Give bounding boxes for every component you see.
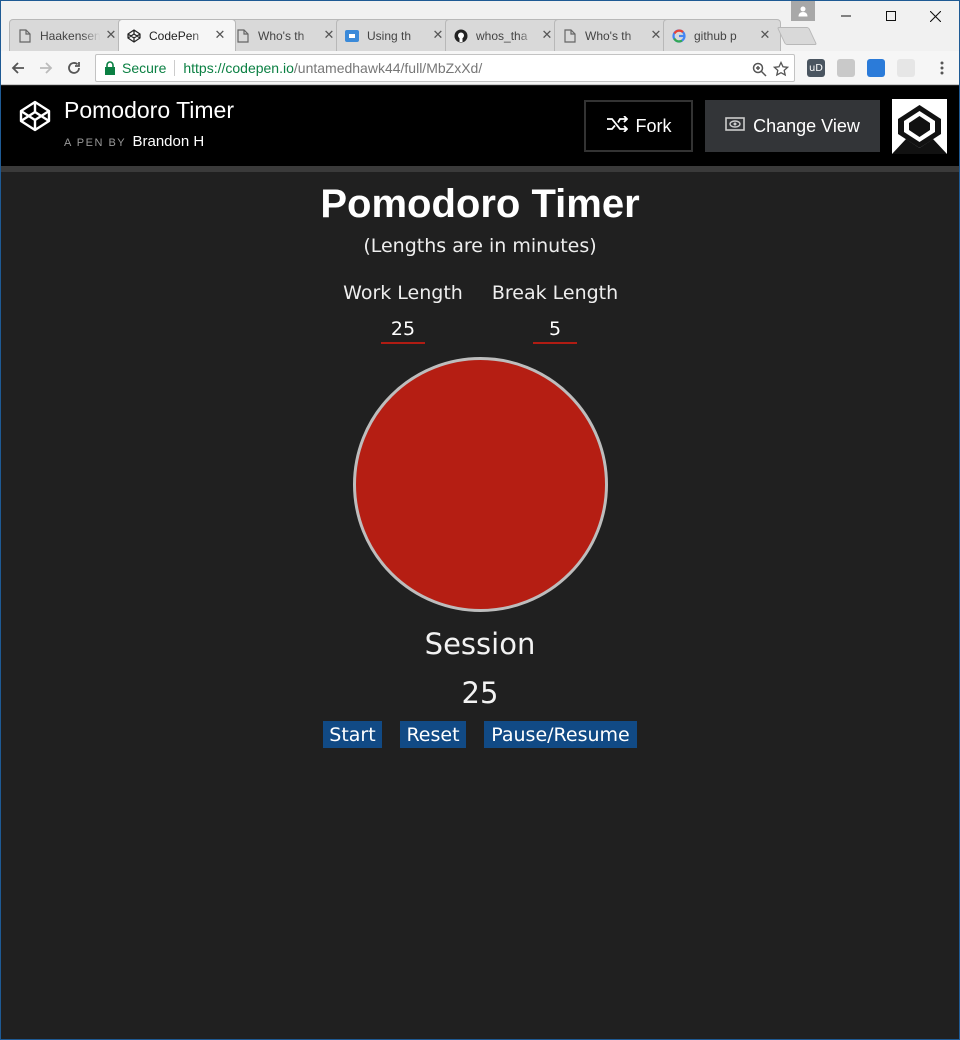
tab-title: Who's th: [258, 28, 305, 43]
reload-button[interactable]: [61, 55, 87, 81]
ublock-extension-icon[interactable]: uD: [807, 59, 825, 77]
image-extension-icon[interactable]: [837, 59, 855, 77]
browser-window: Haakensen ✕ CodePen ✕ Who's th ✕ Using t…: [1, 1, 959, 1039]
tab-whos-the[interactable]: Who's th ✕: [227, 19, 345, 51]
bookmark-star-icon[interactable]: [772, 60, 790, 78]
eye-icon: [725, 116, 745, 137]
tab-github-pages[interactable]: github p ✕: [663, 19, 781, 51]
pen-title: Pomodoro Timer: [64, 97, 235, 123]
google-icon: [672, 28, 686, 43]
document-icon: [563, 28, 577, 43]
window-extension-icon[interactable]: [867, 59, 885, 77]
tab-haakensen[interactable]: Haakensen ✕: [9, 19, 127, 51]
close-tab-icon[interactable]: ✕: [322, 28, 336, 43]
tab-whos-the-2[interactable]: Who's th ✕: [554, 19, 672, 51]
tab-title: CodePen: [149, 28, 200, 43]
back-button[interactable]: [5, 55, 31, 81]
app-subtitle: (Lengths are in minutes): [363, 235, 597, 257]
close-tab-icon[interactable]: ✕: [104, 28, 118, 43]
forward-arrow-icon: [40, 62, 53, 74]
fork-label: Fork: [635, 115, 672, 136]
codepen-header: Pomodoro Timer A PEN BY Brandon H Fork C…: [1, 86, 959, 166]
app-title: Pomodoro Timer: [320, 182, 640, 226]
tab-title: Using th: [367, 28, 412, 43]
fork-icon: [606, 114, 628, 137]
url-text: https://codepen.io/untamedhawk44/full/Mb…: [183, 60, 482, 76]
url-path: /untamedhawk44/full/MbZxXd/: [293, 60, 483, 76]
pause-resume-button[interactable]: Pause/Resume: [484, 721, 637, 748]
author-link[interactable]: Brandon H: [133, 133, 205, 150]
document-icon: [18, 28, 32, 43]
user-avatar[interactable]: [892, 99, 947, 154]
close-tab-icon[interactable]: ✕: [431, 28, 445, 43]
tab-codepen[interactable]: CodePen ✕: [118, 19, 236, 51]
work-length-input[interactable]: [381, 316, 425, 344]
new-tab-button[interactable]: [776, 27, 818, 45]
close-tab-icon[interactable]: ✕: [758, 28, 772, 43]
close-tab-icon[interactable]: ✕: [540, 28, 554, 43]
close-window-button[interactable]: [913, 1, 958, 31]
start-button[interactable]: Start: [323, 721, 382, 748]
change-view-button[interactable]: Change View: [705, 100, 880, 152]
reset-button[interactable]: Reset: [400, 721, 466, 748]
back-arrow-icon: [11, 62, 24, 74]
document-icon: [236, 28, 250, 43]
url-host: https://codepen.io: [183, 60, 294, 76]
minimize-button[interactable]: [823, 1, 868, 31]
change-view-label: Change View: [753, 115, 860, 136]
byline-label: A PEN BY: [64, 137, 126, 149]
close-tab-icon[interactable]: ✕: [649, 28, 663, 43]
timer-countdown: 25: [461, 676, 499, 710]
work-length-label: Work Length: [343, 282, 463, 304]
minimize-icon: [840, 15, 851, 17]
pen-byline: A PEN BY Brandon H: [64, 133, 204, 150]
chat-icon: [345, 29, 359, 43]
reload-icon: [68, 62, 80, 74]
person-icon: [797, 2, 809, 21]
close-tab-icon[interactable]: ✕: [213, 28, 227, 43]
forward-button[interactable]: [33, 55, 59, 81]
more-vertical-icon: [940, 61, 944, 75]
tab-using-the[interactable]: Using th ✕: [336, 19, 454, 51]
tab-title: Who's th: [585, 28, 632, 43]
fork-button[interactable]: Fork: [584, 100, 693, 152]
profile-button[interactable]: [791, 1, 815, 21]
browser-menu-button[interactable]: [929, 55, 955, 81]
tab-title: whos_tha: [476, 28, 528, 43]
break-length-label: Break Length: [491, 282, 619, 304]
secure-label: Secure: [122, 60, 167, 76]
maximize-icon: [885, 11, 896, 21]
tab-title: github p: [694, 28, 737, 43]
codepen-icon: [127, 28, 141, 43]
lock-icon: [104, 61, 116, 75]
pomodoro-app: Pomodoro Timer (Lengths are in minutes) …: [1, 172, 959, 1039]
timer-circle: [353, 357, 608, 612]
break-length-input[interactable]: [533, 316, 577, 344]
maximize-button[interactable]: [868, 1, 913, 31]
tab-whos-that[interactable]: whos_tha ✕: [445, 19, 563, 51]
cloud-extension-icon[interactable]: [897, 59, 915, 77]
github-icon: [454, 29, 468, 43]
tab-title: Haakensen: [40, 28, 100, 43]
browser-toolbar: Secure https://codepen.io/untamedhawk44/…: [1, 51, 959, 85]
address-bar[interactable]: Secure https://codepen.io/untamedhawk44/…: [95, 54, 795, 82]
tab-strip: Haakensen ✕ CodePen ✕ Who's th ✕ Using t…: [1, 1, 959, 51]
close-icon: [930, 10, 941, 22]
zoom-icon[interactable]: [750, 60, 768, 78]
codepen-logo-icon[interactable]: [18, 99, 52, 133]
timer-mode-label: Session: [424, 627, 536, 661]
omnibox-separator: [174, 60, 176, 76]
